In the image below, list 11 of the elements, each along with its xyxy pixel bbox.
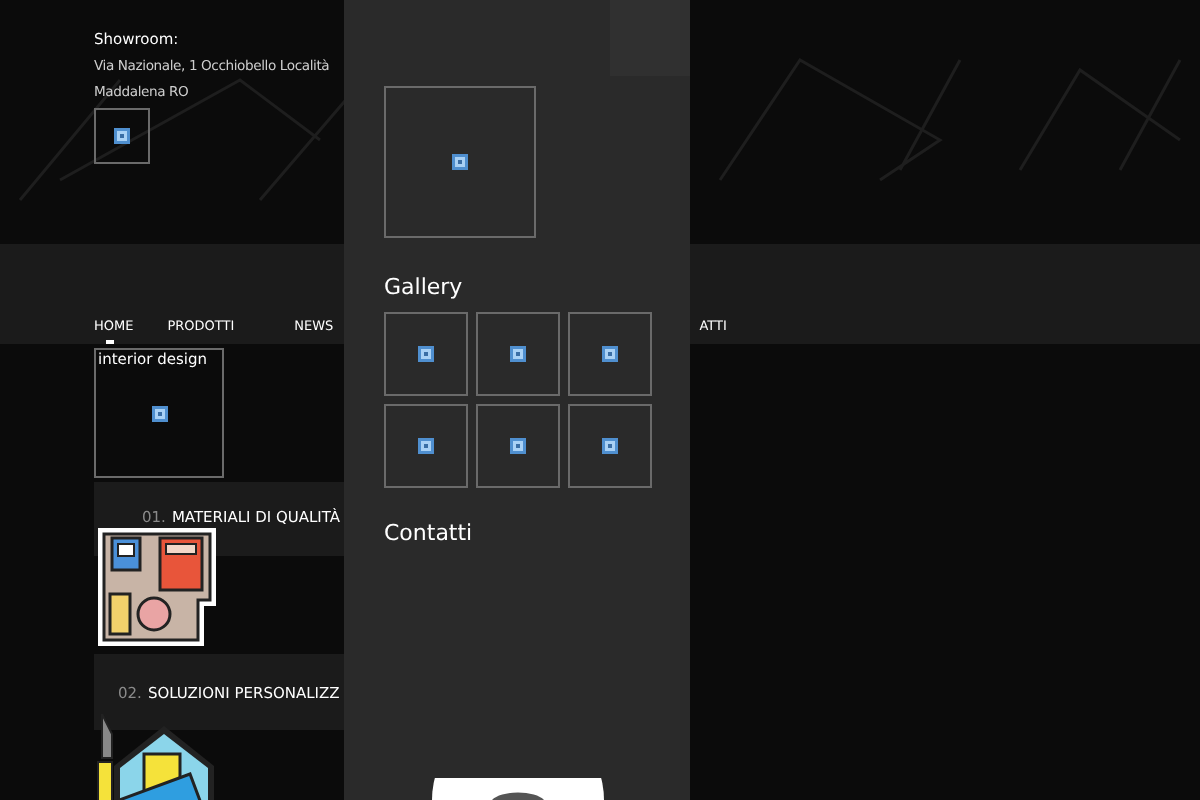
broken-image-icon <box>151 405 167 421</box>
broken-image-icon <box>510 438 526 454</box>
broken-image-icon <box>452 154 468 170</box>
broken-image-icon <box>418 346 434 362</box>
contacts-heading: Contatti <box>384 520 473 548</box>
broken-image-icon <box>602 346 618 362</box>
gallery-heading: Gallery <box>384 274 463 302</box>
broken-image-icon <box>602 438 618 454</box>
broken-image-icon <box>114 127 130 143</box>
broken-image-icon <box>510 346 526 362</box>
broken-image-icon <box>418 438 434 454</box>
